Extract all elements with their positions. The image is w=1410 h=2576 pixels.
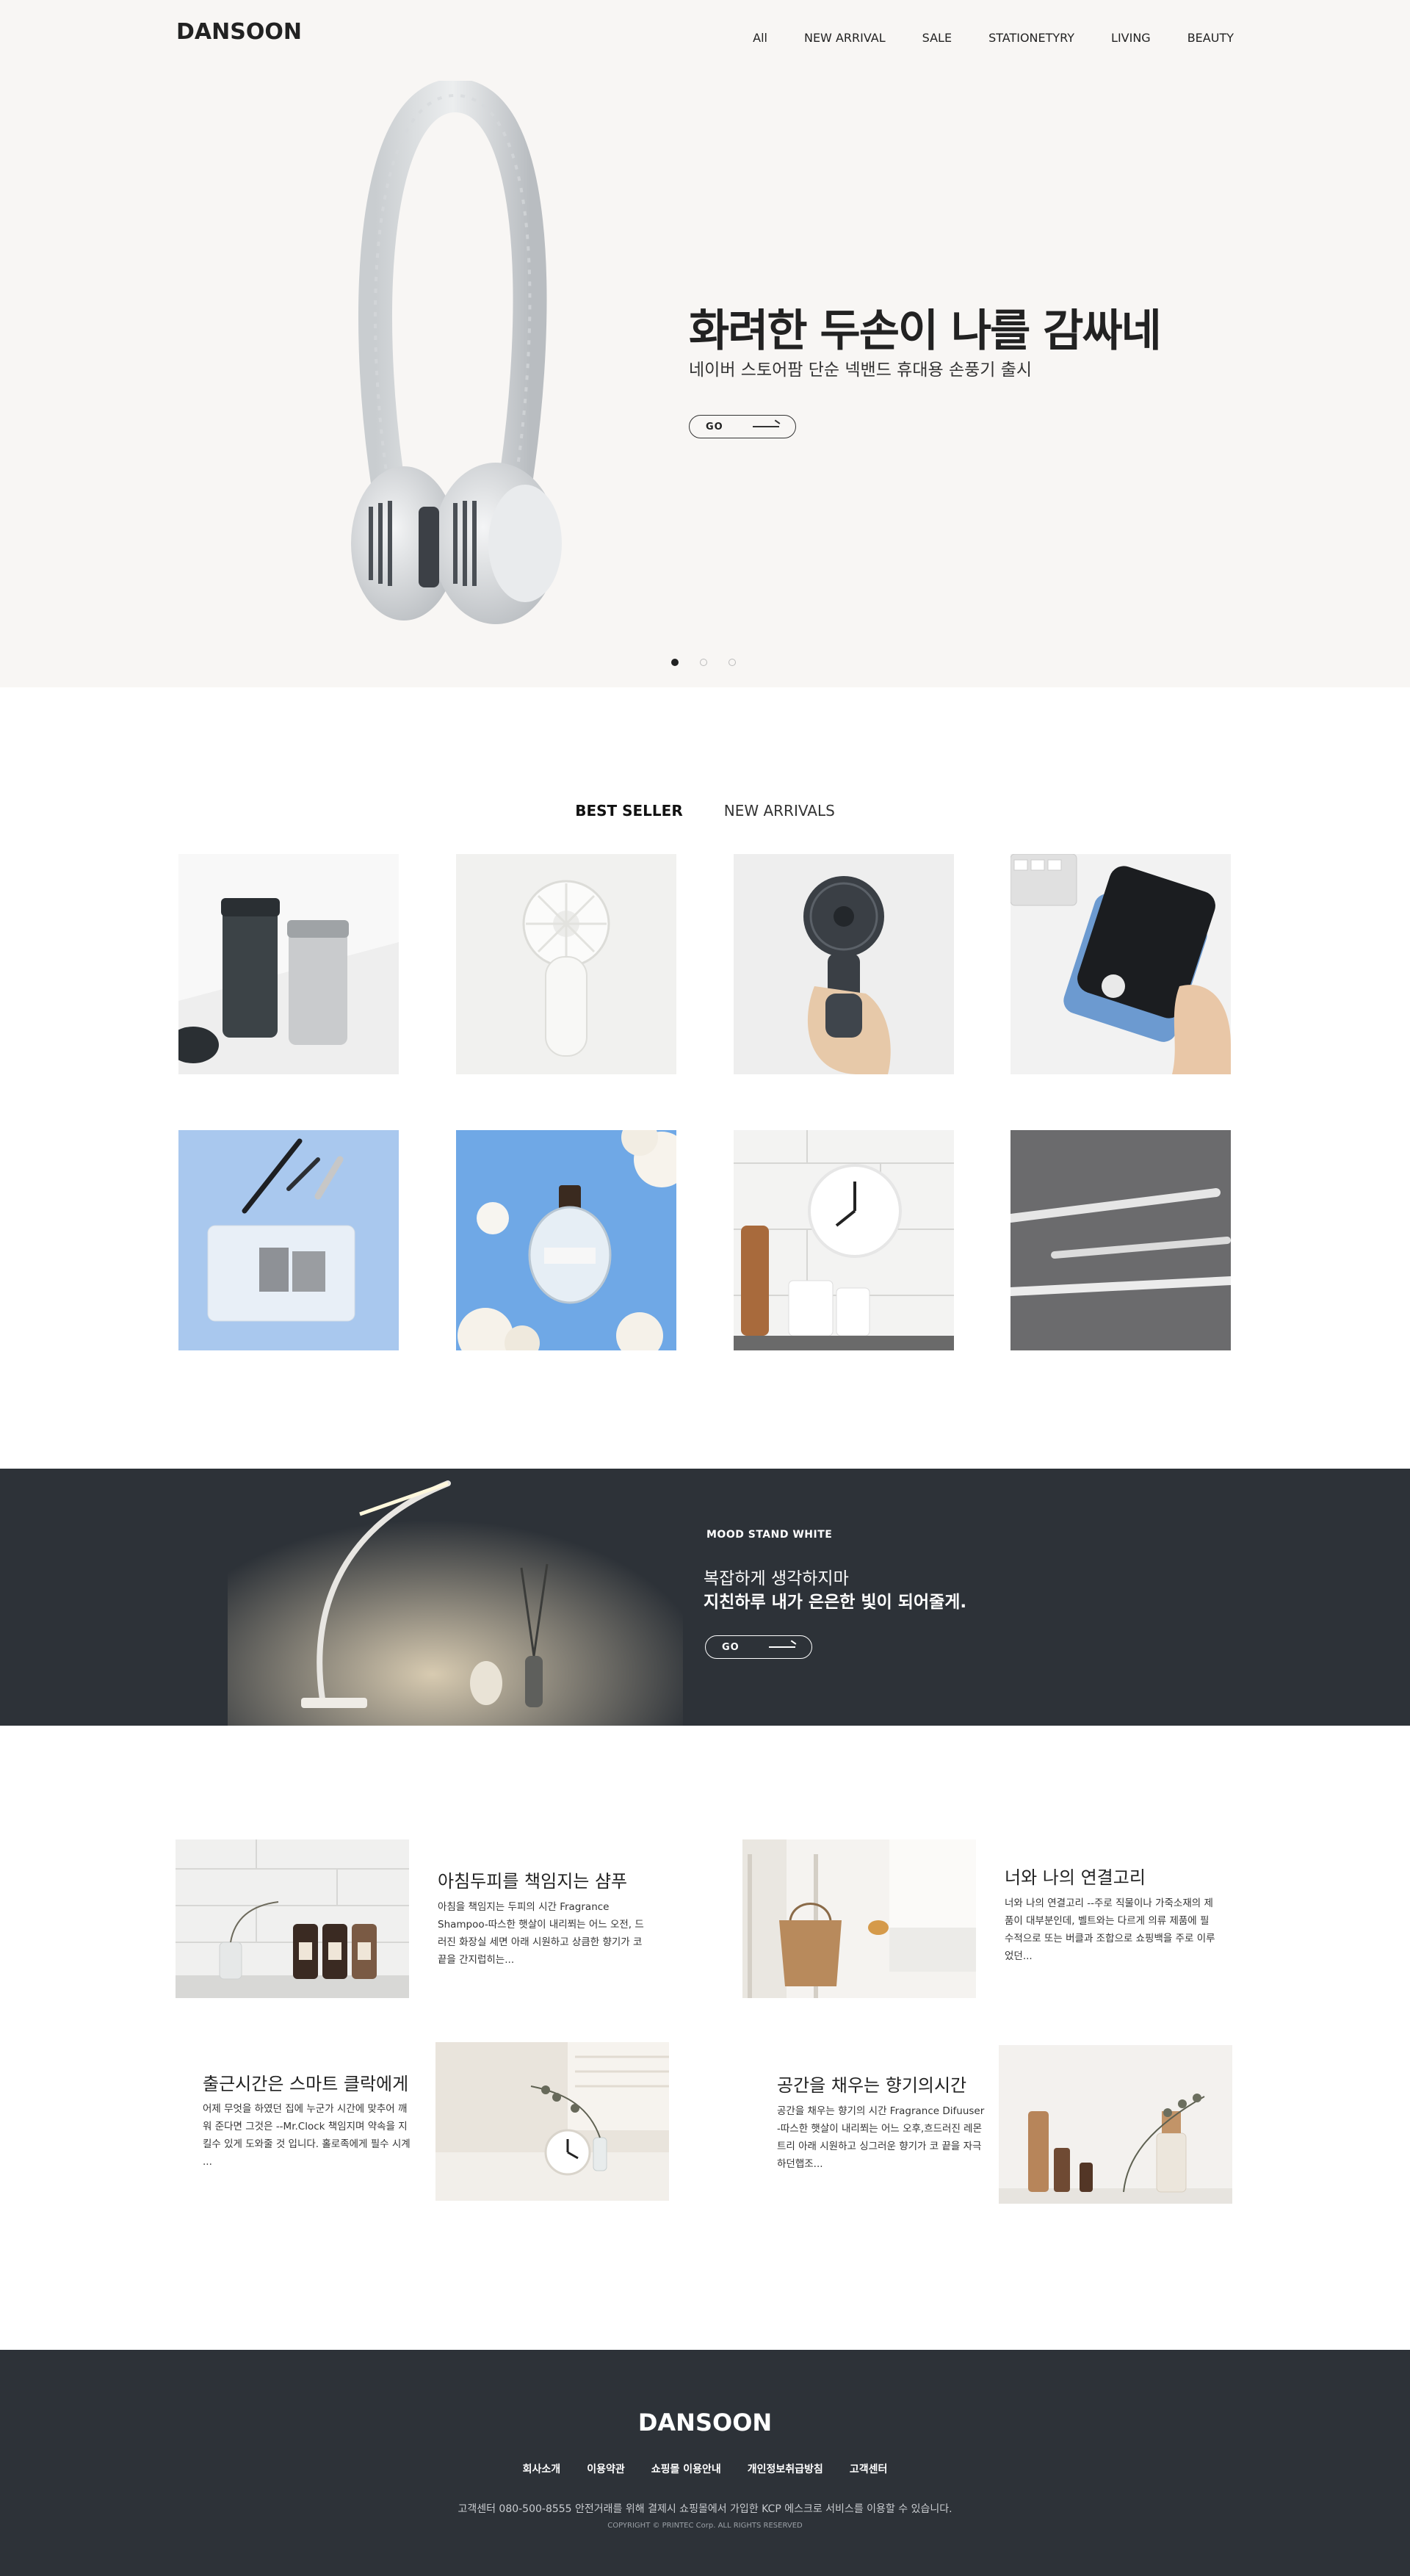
tab-best-seller[interactable]: BEST SELLER [575,802,683,820]
slide-dot-3[interactable] [728,659,736,666]
product-white-fan[interactable] [456,854,676,1074]
pouch-brushes-image [178,1130,399,1350]
white-handheld-fan-image [456,854,676,1074]
shampoo-image [176,1839,409,1998]
footer-info: 고객센터 080-500-8555 안전거래를 위해 결제시 쇼핑몰에서 가입한… [458,2503,952,2515]
product-phone-stand[interactable] [1010,854,1231,1074]
article-body: 아침을 책임지는 두피의 시간 Fragrance Shampoo-따스한 햇살… [438,1901,644,1966]
hero-banner: 화려한 두손이 나를 감싸네 네이버 스토어팜 단순 넥밴드 휴대용 손풍기 출… [0,0,1410,687]
article-title[interactable]: 너와 나의 연결고리 [1005,1863,1146,1889]
footer-link-company[interactable]: 회사소개 [523,2461,561,2476]
nav-new-arrival[interactable]: NEW ARRIVAL [804,31,886,45]
phone-stand-image [1010,854,1231,1074]
diffuser-image [999,2045,1232,2204]
wall-clock-image [734,1130,954,1350]
product-tumblers[interactable] [178,854,399,1074]
slide-dot-1[interactable] [671,659,679,666]
bag-chair-image [742,1839,976,1998]
nav-sale[interactable]: SALE [922,31,952,45]
product-perfume[interactable] [456,1130,676,1350]
article-title[interactable]: 아침두피를 책임지는 샴푸 [438,1867,627,1892]
hero-subtitle: 네이버 스토어팜 단순 넥밴드 휴대용 손풍기 출시 [689,361,1033,380]
black-handheld-fan-image [734,854,954,1074]
footer-links: 회사소개 이용약관 쇼핑몰 이용안내 개인정보취급방침 고객센터 [0,2461,1410,2476]
hero-title: 화려한 두손이 나를 감싸네 [689,305,1162,357]
article-body: 공간을 채우는 향기의 시간 Fragrance Difuuser -따스한 햇… [777,2105,985,2170]
main-nav: All NEW ARRIVAL SALE STATIONETYRY LIVING… [753,31,1234,45]
tumblers-image [178,854,399,1074]
product-pouch[interactable] [178,1130,399,1350]
mood-label: MOOD STAND WHITE [706,1529,833,1541]
site-header: DANSOON All NEW ARRIVAL SALE STATIONETYR… [0,0,1410,73]
article-image-shampoo[interactable] [176,1839,409,1998]
site-footer: DANSOON 회사소개 이용약관 쇼핑몰 이용안내 개인정보취급방침 고객센터… [0,2350,1410,2576]
footer-link-terms[interactable]: 이용약관 [587,2461,625,2476]
product-wall-clock[interactable] [734,1130,954,1350]
footer-link-guide[interactable]: 쇼핑몰 이용안내 [651,2461,721,2476]
mood-headline-1: 복잡하게 생각하지마 [704,1569,849,1588]
footer-copyright: COPYRIGHT © PRINTEC Corp. ALL RIGHTS RES… [607,2522,803,2530]
pens-image [1010,1130,1231,1350]
nav-all[interactable]: All [753,31,767,45]
product-tabs: BEST SELLER NEW ARRIVALS [0,802,1410,820]
arrow-right-icon [753,426,779,427]
perfume-cotton-image [456,1130,676,1350]
article-title[interactable]: 출근시간은 스마트 클락에게 [203,2069,408,2095]
footer-link-privacy[interactable]: 개인정보취급방침 [748,2461,823,2476]
article-image-clock[interactable] [435,2042,669,2201]
footer-link-support[interactable]: 고객센터 [850,2461,888,2476]
mood-banner: MOOD STAND WHITE 복잡하게 생각하지마 지친하루 내가 은은한 … [0,1469,1410,1726]
article-image-diffuser[interactable] [999,2045,1232,2204]
go-label: GO [706,421,723,433]
article-body: 어제 무엇을 하였던 집에 누군가 시간에 맞추어 깨워 준다면 그것은 --M… [203,2103,411,2168]
footer-logo[interactable]: DANSOON [0,2409,1410,2436]
hero-go-button[interactable]: GO [689,415,796,438]
mood-lamp-image [228,1469,683,1726]
nav-living[interactable]: LIVING [1111,31,1151,45]
mood-go-button[interactable]: GO [705,1635,812,1659]
product-black-fan[interactable] [734,854,954,1074]
article-image-bag[interactable] [742,1839,976,1998]
table-clock-image [435,2042,669,2201]
mood-headline-2: 지친하루 내가 은은한 빛이 되어줄게. [704,1593,967,1612]
tab-new-arrivals[interactable]: NEW ARRIVALS [724,802,835,820]
article-body: 너와 나의 연결고리 --주로 직물이나 가죽소재의 제품이 대부분인데, 벨트… [1005,1897,1215,1962]
nav-stationery[interactable]: STATIONETYRY [988,31,1074,45]
product-pens[interactable] [1010,1130,1231,1350]
slide-dot-2[interactable] [700,659,707,666]
arrow-right-icon [769,1646,795,1648]
go-label: GO [722,1641,740,1653]
neckband-fan-image [351,81,562,624]
logo[interactable]: DANSOON [176,19,302,45]
article-title[interactable]: 공간을 채우는 향기의시간 [777,2071,966,2096]
nav-beauty[interactable]: BEAUTY [1187,31,1234,45]
